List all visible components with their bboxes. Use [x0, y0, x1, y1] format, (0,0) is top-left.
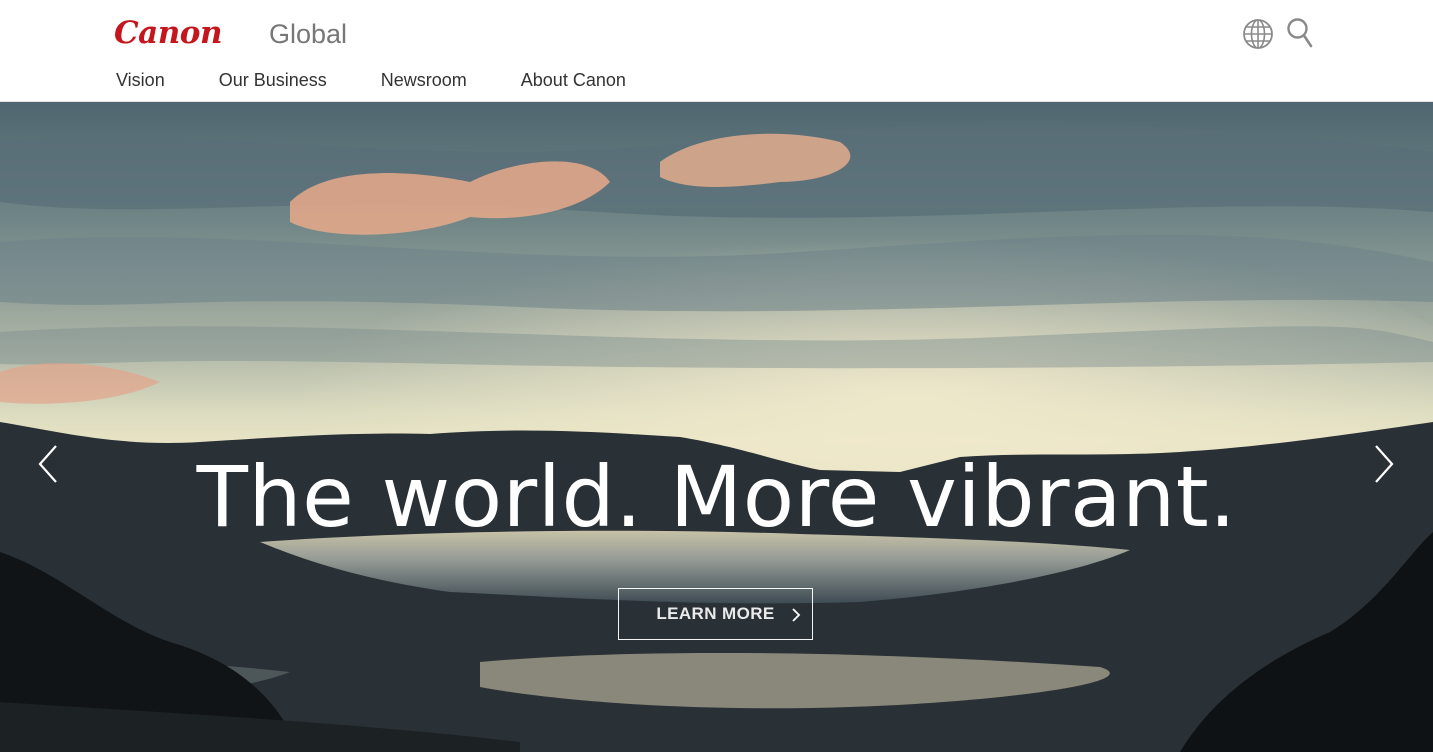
canon-logo[interactable]: Canon: [114, 13, 223, 53]
hero-carousel: The world. More vibrant. LEARN MORE: [0, 102, 1433, 752]
main-nav: Vision Our Business Newsroom About Canon: [116, 66, 680, 94]
chevron-right-icon: [792, 608, 801, 622]
learn-more-label: LEARN MORE: [656, 604, 775, 623]
hero-headline: The world. More vibrant.: [196, 448, 1237, 546]
carousel-next-button[interactable]: [1370, 442, 1398, 486]
nav-item-vision[interactable]: Vision: [116, 66, 165, 94]
chevron-right-icon: [1375, 445, 1394, 483]
nav-item-about-canon[interactable]: About Canon: [521, 66, 626, 94]
nav-item-newsroom[interactable]: Newsroom: [381, 66, 467, 94]
learn-more-button[interactable]: LEARN MORE: [618, 588, 813, 640]
nav-item-our-business[interactable]: Our Business: [219, 66, 327, 94]
site-header: Canon Global Vision Our Business Newsroo…: [0, 0, 1433, 102]
search-icon[interactable]: [1285, 16, 1317, 50]
hero-landscape-image: [0, 102, 1433, 752]
region-label[interactable]: Global: [269, 16, 347, 52]
page: Canon Global Vision Our Business Newsroo…: [0, 0, 1433, 752]
globe-icon[interactable]: [1241, 17, 1275, 51]
